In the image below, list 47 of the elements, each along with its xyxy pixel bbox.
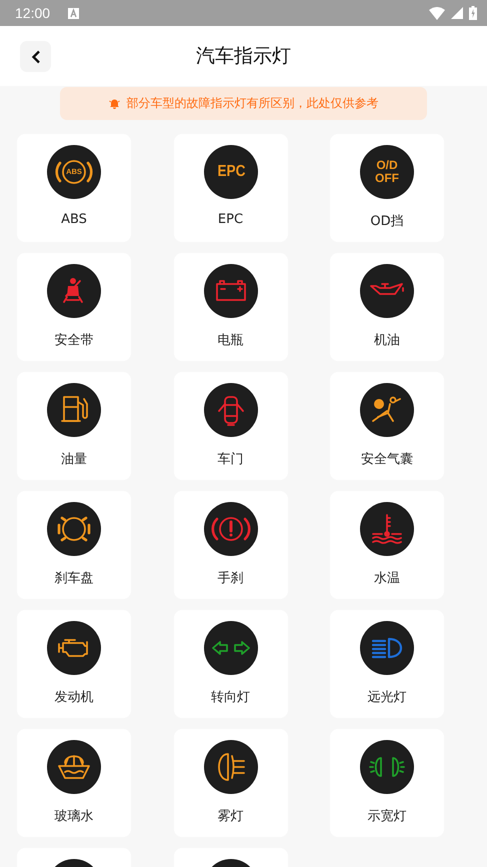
indicator-label: EPC <box>218 212 244 227</box>
indicator-label: 发动机 <box>54 689 94 706</box>
indicator-label: 车门 <box>218 451 244 468</box>
indicator-card[interactable]: 车门 <box>174 372 288 480</box>
indicator-label: ABS <box>61 212 87 227</box>
status-time: 12:00 <box>15 5 50 21</box>
back-icon <box>30 50 40 64</box>
page-title: 汽车指示灯 <box>196 44 291 69</box>
icon-text: O/D OFF <box>374 159 400 185</box>
indicator-label: 刹车盘 <box>54 570 94 587</box>
indicator-card[interactable]: 远光灯 <box>330 610 444 718</box>
notification-icon <box>68 8 80 18</box>
indicator-card[interactable]: 油量 <box>17 372 131 480</box>
indicator-card[interactable]: 刹车盘 <box>17 491 131 599</box>
indicator-card[interactable]: 发动机 <box>17 610 131 718</box>
indicator-card[interactable]: 转向灯 <box>174 610 288 718</box>
indicator-card[interactable]: 机油 <box>330 253 444 361</box>
indicator-card[interactable]: 水温 <box>330 491 444 599</box>
indicator-card[interactable]: 雾灯 <box>174 729 288 837</box>
indicator-label: 安全气囊 <box>361 451 413 468</box>
indicator-label: 油量 <box>61 451 87 468</box>
indicator-label: 远光灯 <box>368 689 406 706</box>
bell-icon <box>108 98 120 109</box>
indicator-card[interactable]: O/D OFF OD挡 <box>330 134 444 242</box>
battery-icon <box>469 6 477 20</box>
indicator-label: 手刹 <box>218 570 244 587</box>
indicator-card[interactable]: 玻璃水 <box>17 729 131 837</box>
indicator-label: 转向灯 <box>211 689 250 706</box>
indicator-label: 机油 <box>374 332 400 349</box>
indicator-label: 电瓶 <box>218 332 244 349</box>
indicator-label: 玻璃水 <box>54 808 94 825</box>
indicator-label: 水温 <box>374 570 400 587</box>
indicator-card[interactable]: EPC EPC <box>174 134 288 242</box>
indicator-card[interactable]: 示宽灯 <box>330 729 444 837</box>
notice-text: 部分车型的故障指示灯有所区别，此处仅供参考 <box>126 95 378 112</box>
indicator-label: 雾灯 <box>218 808 244 825</box>
indicator-card[interactable]: 手刹 <box>174 491 288 599</box>
signal-icon <box>451 7 463 19</box>
wifi-icon <box>429 6 445 20</box>
indicator-label: 安全带 <box>54 332 94 349</box>
indicator-card[interactable]: 电瓶 <box>174 253 288 361</box>
back-button[interactable] <box>20 41 51 72</box>
icon-text: EPC <box>216 162 244 182</box>
indicator-card[interactable]: 安全气囊 <box>330 372 444 480</box>
indicator-card[interactable]: 安全带 <box>17 253 131 361</box>
indicator-label: 示宽灯 <box>368 808 406 825</box>
indicator-label: OD挡 <box>370 213 404 230</box>
